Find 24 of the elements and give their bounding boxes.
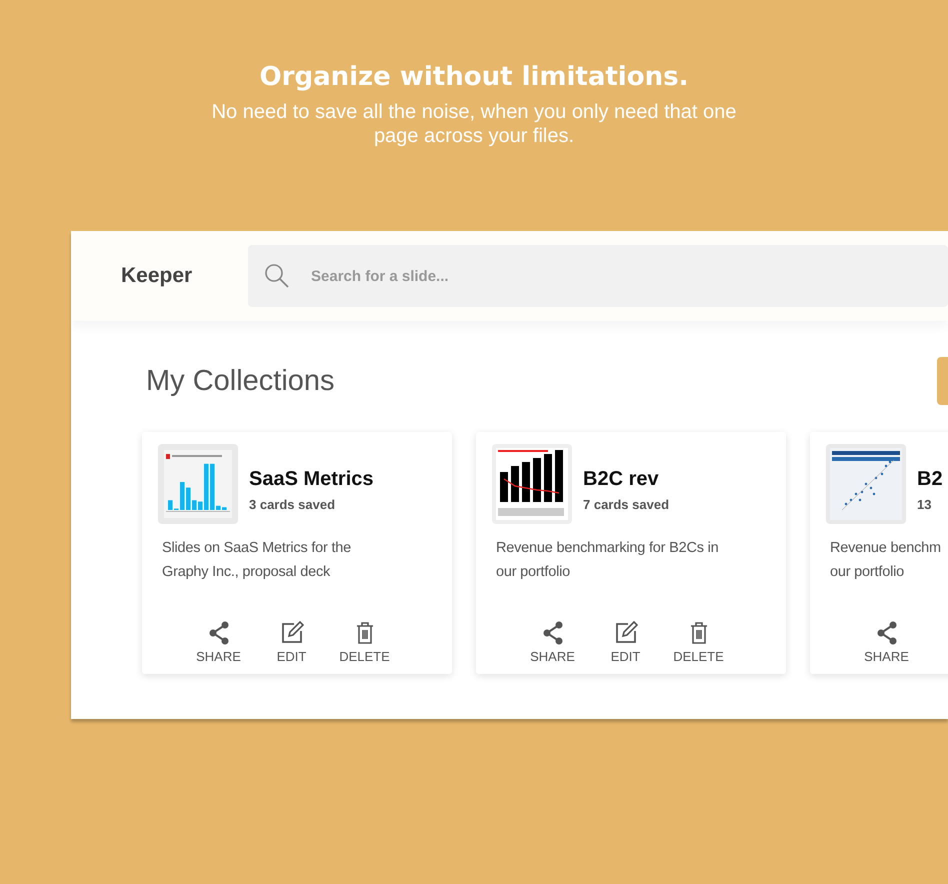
- collection-card[interactable]: B2 13 Revenue benchm our portfolio SHARE: [810, 432, 948, 674]
- collection-description: Revenue benchmarking for B2Cs in our portfolio: [496, 539, 720, 582]
- delete-button[interactable]: DELETE: [667, 621, 730, 664]
- share-button[interactable]: SHARE: [521, 621, 584, 664]
- card-count: 7 cards saved: [583, 497, 670, 512]
- collection-card[interactable]: B2C rev 7 cards saved Revenue benchmarking for B2Cs in our portfolio SHARE EDIT DELETE: [476, 432, 786, 674]
- share-button[interactable]: SHARE: [855, 621, 918, 664]
- headline: Organize without limitations.: [260, 62, 688, 92]
- edit-button[interactable]: EDIT: [594, 621, 657, 664]
- edit-button[interactable]: EDIT: [260, 621, 323, 664]
- card-count: 13: [917, 497, 932, 512]
- card-count: 3 cards saved: [249, 497, 336, 512]
- share-button[interactable]: SHARE: [187, 621, 250, 664]
- collection-title: SaaS Metrics: [249, 468, 374, 491]
- collection-title: B2: [917, 468, 943, 491]
- subheadline: No need to save all the noise, when you only need that one page across your files.: [210, 100, 738, 148]
- delete-button[interactable]: DELETE: [333, 621, 396, 664]
- search-field[interactable]: Search for a slide...: [248, 245, 948, 307]
- collection-description: Revenue benchm our portfolio: [830, 539, 942, 582]
- collection-description: Slides on SaaS Metrics for the Graphy Inc., proposal deck: [162, 539, 352, 582]
- section-title: My Collections: [146, 364, 335, 398]
- app-logo: Keeper: [121, 264, 194, 288]
- collection-card[interactable]: SaaS Metrics 3 cards saved Slides on SaaS Metrics for the Graphy Inc., proposal deck SHARE EDIT DELETE: [142, 432, 452, 674]
- collection-title: B2C rev: [583, 468, 660, 491]
